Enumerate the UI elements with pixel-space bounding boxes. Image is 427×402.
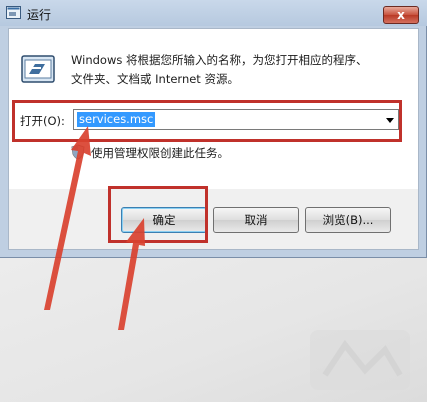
arrow-to-open-field [44,126,91,310]
watermark-graphic [310,330,410,390]
arrow-to-ok-button [118,218,145,330]
